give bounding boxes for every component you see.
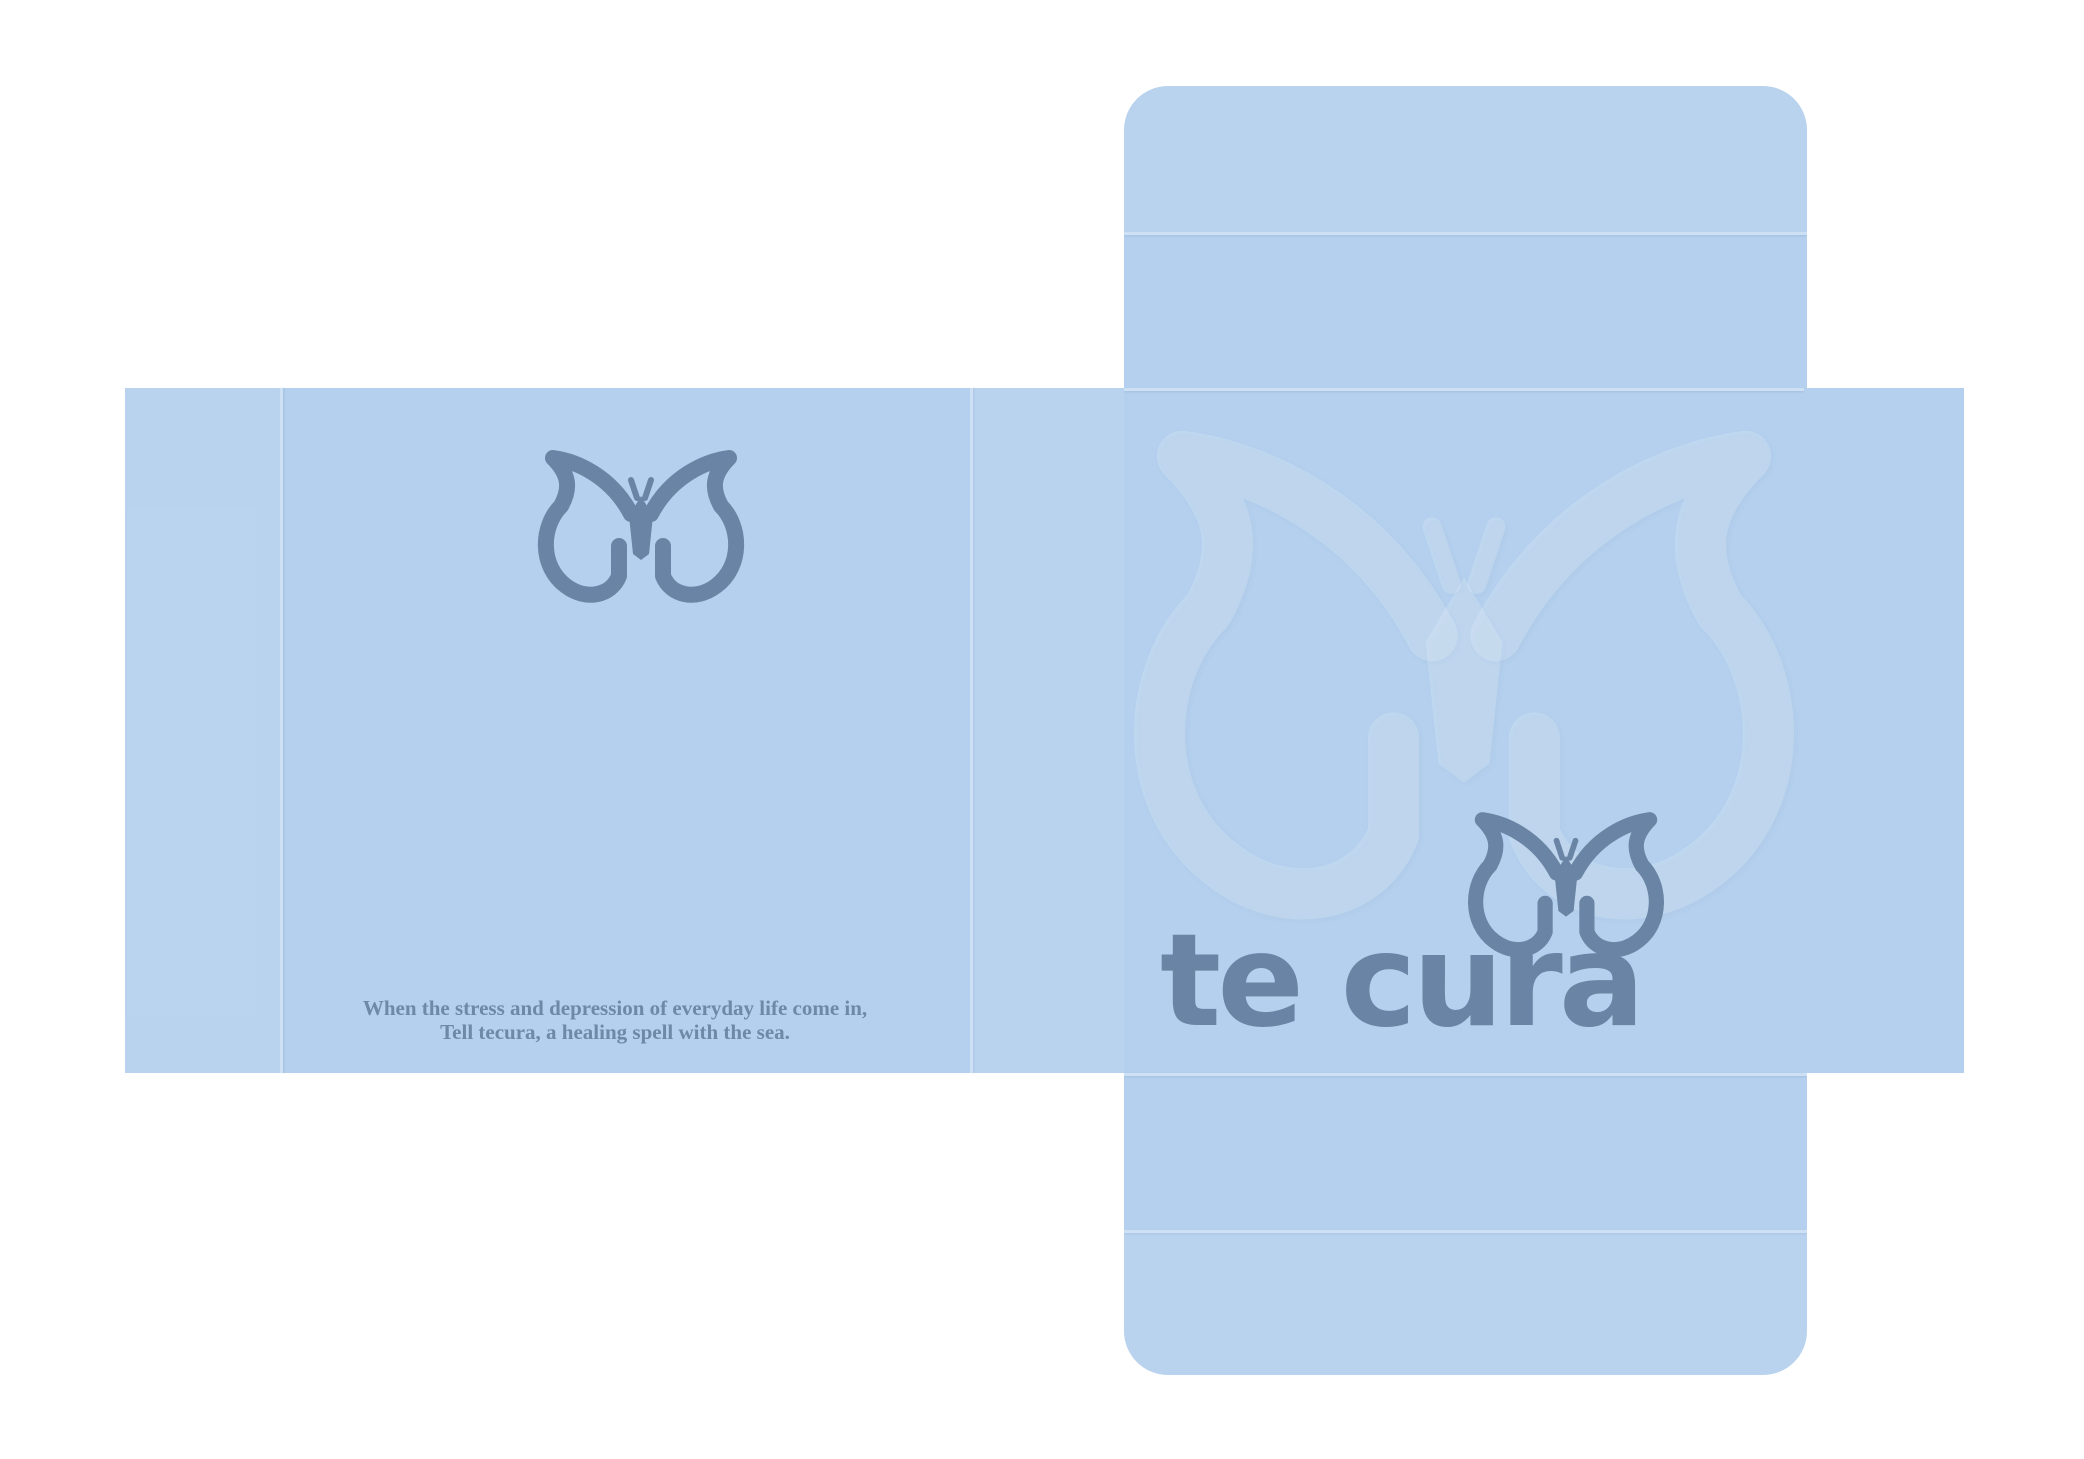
fold-line <box>280 388 283 1073</box>
packaging-back-panel: When the stress and depression of everyd… <box>125 388 1128 1073</box>
top-flap <box>1124 86 1807 232</box>
side-panel <box>973 388 1128 1073</box>
packaging-front-panel: te cura <box>1124 86 1807 1375</box>
right-side-flap <box>1804 388 1964 1073</box>
brand-wordmark: te cura <box>1160 907 1645 1056</box>
tagline: When the stress and depression of everyd… <box>355 996 875 1044</box>
side-flap <box>125 388 280 1073</box>
fold-line <box>1124 232 1807 235</box>
tagline-line-1: When the stress and depression of everyd… <box>362 996 868 1020</box>
bottom-flap <box>1124 1233 1807 1375</box>
embossed-butterfly-icon <box>1144 386 1784 946</box>
fold-line <box>1124 1073 1807 1076</box>
tagline-line-2: Tell tecura, a healing spell with the se… <box>440 1020 790 1044</box>
butterfly-icon <box>541 436 741 611</box>
